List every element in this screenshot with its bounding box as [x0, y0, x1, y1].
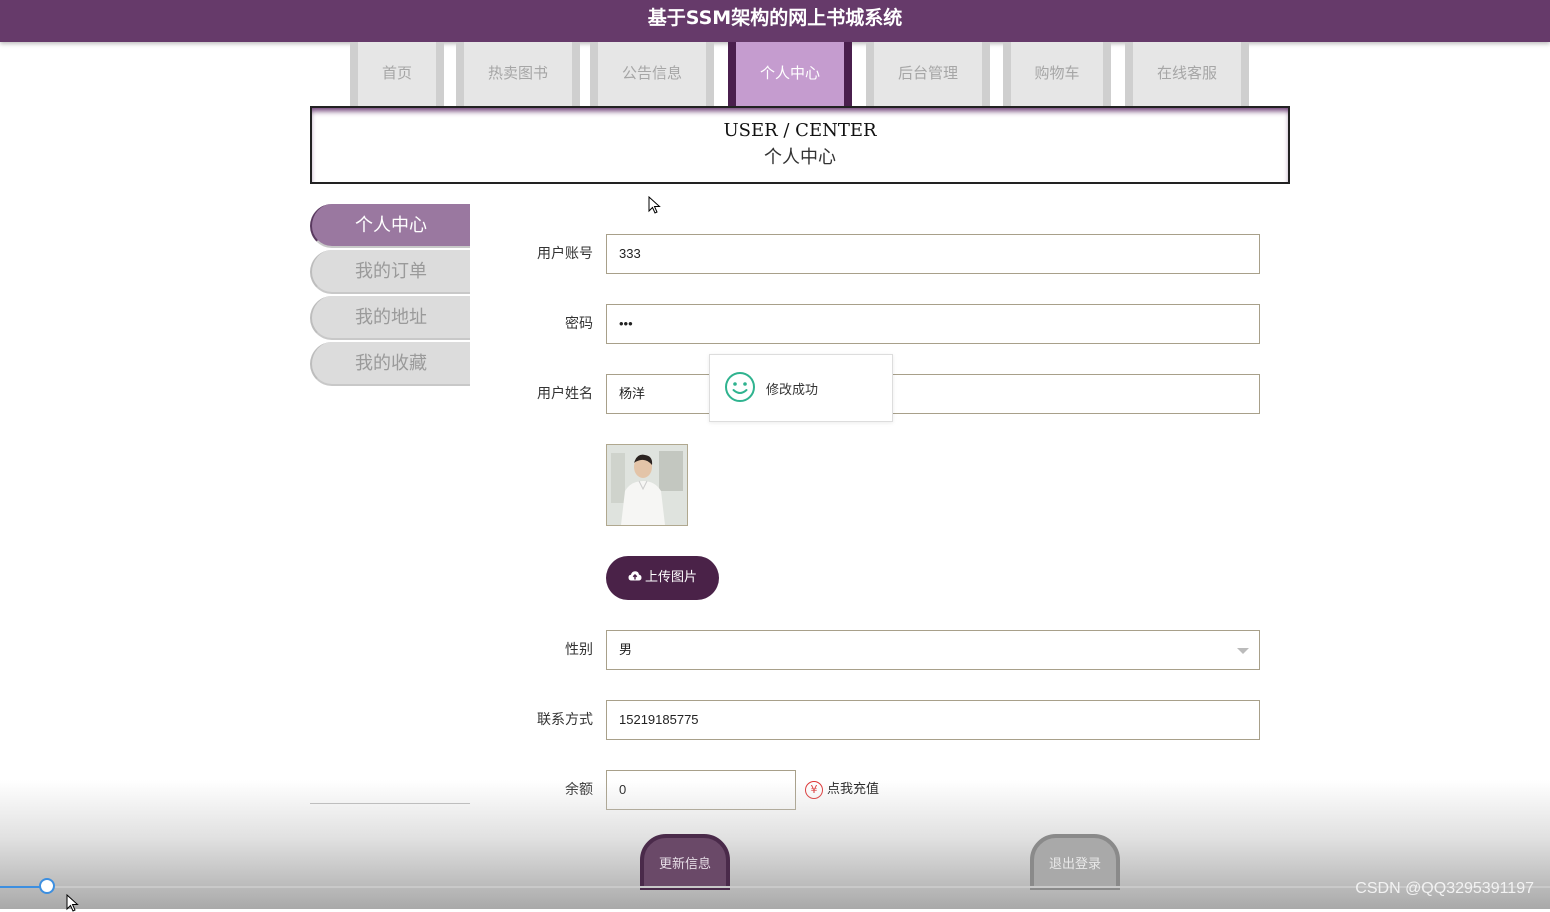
nav-admin[interactable]: 后台管理 [866, 42, 990, 106]
toast-message: 修改成功 [766, 383, 819, 398]
nav-online-service[interactable]: 在线客服 [1125, 42, 1249, 106]
cloud-upload-icon [628, 571, 642, 581]
name-label: 用户姓名 [537, 386, 593, 402]
watermark: CSDN @QQ3295391197 [1355, 880, 1534, 897]
nav-hot-books[interactable]: 热卖图书 [456, 42, 580, 106]
recharge-link[interactable]: ¥ 点我充值 [805, 780, 879, 800]
avatar-portrait-icon [607, 445, 687, 525]
progress-slider-fill [0, 886, 44, 888]
smiley-icon [725, 372, 755, 402]
banner-title-cn: 个人中心 [764, 147, 836, 168]
mouse-cursor-icon [648, 196, 661, 214]
upload-button-label: 上传图片 [644, 570, 697, 585]
sidebar: 个人中心 我的订单 我的地址 我的收藏 [310, 204, 470, 388]
success-toast: 修改成功 [709, 354, 893, 422]
page-banner: USER / CENTER 个人中心 [310, 106, 1290, 184]
gender-label: 性别 [565, 642, 593, 658]
progress-slider-track[interactable] [0, 886, 1550, 888]
gender-select[interactable]: 男 [606, 630, 1260, 670]
name-input[interactable]: 杨洋 [606, 374, 1260, 414]
sidebar-item-address[interactable]: 我的地址 [310, 296, 470, 340]
nav-user-center[interactable]: 个人中心 [728, 42, 852, 106]
logout-button[interactable]: 退出登录 [1030, 834, 1120, 890]
upload-image-button[interactable]: 上传图片 [606, 556, 719, 600]
account-label: 用户账号 [537, 246, 593, 262]
password-label: 密码 [565, 316, 593, 332]
mouse-cursor-icon [66, 894, 79, 912]
recharge-label: 点我充值 [827, 782, 880, 797]
chevron-down-icon [1237, 648, 1249, 654]
main-nav: 首页 热卖图书 公告信息 个人中心 后台管理 购物车 在线客服 [0, 42, 1550, 106]
sidebar-item-favorites[interactable]: 我的收藏 [310, 342, 470, 386]
password-input[interactable]: ••• [606, 304, 1260, 344]
balance-label: 余额 [565, 782, 593, 798]
sidebar-item-user-center[interactable]: 个人中心 [310, 204, 470, 248]
balance-input[interactable]: 0 [606, 770, 796, 810]
progress-slider-knob[interactable] [39, 878, 55, 894]
nav-cart[interactable]: 购物车 [1003, 42, 1111, 106]
account-input[interactable]: 333 [606, 234, 1260, 274]
avatar-image [606, 444, 688, 526]
update-info-button[interactable]: 更新信息 [640, 834, 730, 890]
banner-title-en: USER / CENTER [723, 120, 877, 141]
sidebar-item-orders[interactable]: 我的订单 [310, 250, 470, 294]
phone-input[interactable]: 15219185775 [606, 700, 1260, 740]
gender-selected-value: 男 [619, 642, 633, 657]
nav-home[interactable]: 首页 [350, 42, 444, 106]
yen-icon: ¥ [805, 780, 823, 799]
nav-notices[interactable]: 公告信息 [590, 42, 714, 106]
app-header: 基于SSM架构的网上书城系统 [0, 0, 1550, 42]
sidebar-divider [310, 803, 470, 804]
phone-label: 联系方式 [537, 712, 593, 728]
app-title: 基于SSM架构的网上书城系统 [647, 7, 903, 29]
